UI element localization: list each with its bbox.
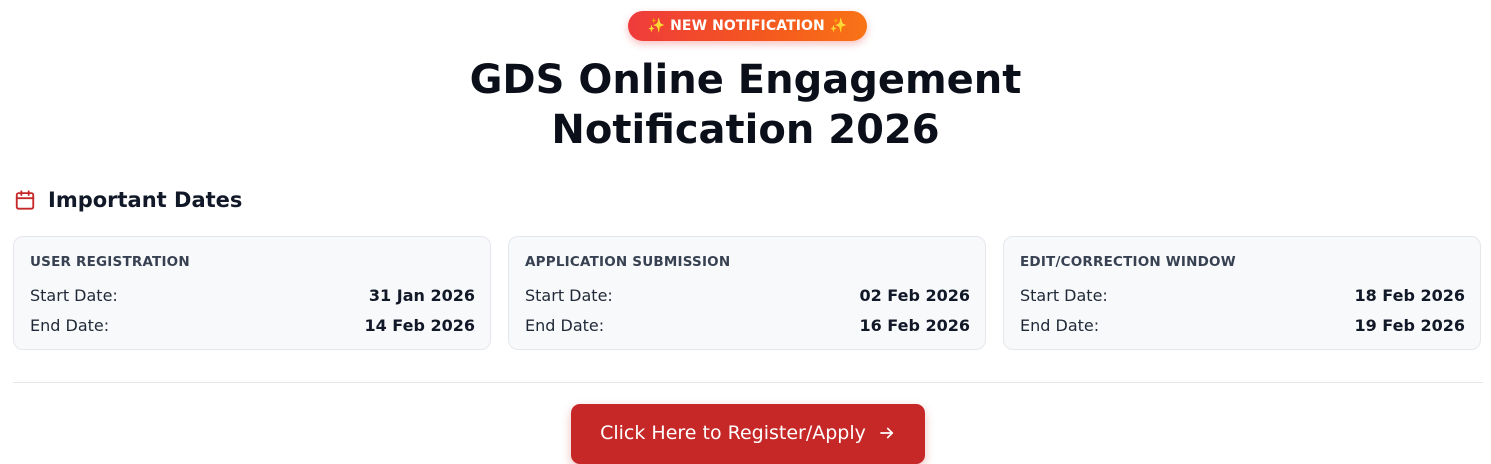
end-date-row: End Date: 19 Feb 2026 xyxy=(1020,314,1465,336)
register-apply-button[interactable]: Click Here to Register/Apply xyxy=(571,404,925,464)
start-date-label: Start Date: xyxy=(525,285,613,305)
important-dates-header: Important Dates xyxy=(14,188,242,212)
start-date-label: Start Date: xyxy=(30,285,118,305)
start-date-row: Start Date: 18 Feb 2026 xyxy=(1020,284,1465,306)
page-title-line-1: GDS Online Engagement xyxy=(469,57,1022,103)
end-date-label: End Date: xyxy=(30,315,110,335)
divider xyxy=(13,382,1483,383)
calendar-icon xyxy=(15,190,35,210)
end-date-row: End Date: 14 Feb 2026 xyxy=(30,314,475,336)
end-date-value: 14 Feb 2026 xyxy=(364,315,475,335)
page-title-line-2: Notification 2026 xyxy=(551,107,940,153)
start-date-label: Start Date: xyxy=(1020,285,1108,305)
card-title: EDIT/CORRECTION WINDOW xyxy=(1020,254,1236,270)
date-card-edit-correction-window: EDIT/CORRECTION WINDOW Start Date: 18 Fe… xyxy=(1003,236,1481,350)
new-notification-badge: ✨ NEW NOTIFICATION ✨ xyxy=(628,11,867,41)
date-card-user-registration: USER REGISTRATION Start Date: 31 Jan 202… xyxy=(13,236,491,350)
card-title: USER REGISTRATION xyxy=(30,254,190,270)
start-date-row: Start Date: 02 Feb 2026 xyxy=(525,284,970,306)
end-date-value: 19 Feb 2026 xyxy=(1354,315,1465,335)
end-date-label: End Date: xyxy=(525,315,605,335)
start-date-value: 02 Feb 2026 xyxy=(859,285,970,305)
start-date-value: 18 Feb 2026 xyxy=(1354,285,1465,305)
end-date-label: End Date: xyxy=(1020,315,1100,335)
end-date-value: 16 Feb 2026 xyxy=(859,315,970,335)
start-date-row: Start Date: 31 Jan 2026 xyxy=(30,284,475,306)
date-card-application-submission: APPLICATION SUBMISSION Start Date: 02 Fe… xyxy=(508,236,986,350)
page-title: GDS Online Engagement Notification 2026 xyxy=(0,55,1491,155)
end-date-row: End Date: 16 Feb 2026 xyxy=(525,314,970,336)
section-heading: Important Dates xyxy=(48,188,243,212)
start-date-value: 31 Jan 2026 xyxy=(368,285,475,305)
card-title: APPLICATION SUBMISSION xyxy=(525,254,731,270)
arrow-right-icon xyxy=(880,427,893,438)
register-apply-label: Click Here to Register/Apply xyxy=(600,421,866,444)
